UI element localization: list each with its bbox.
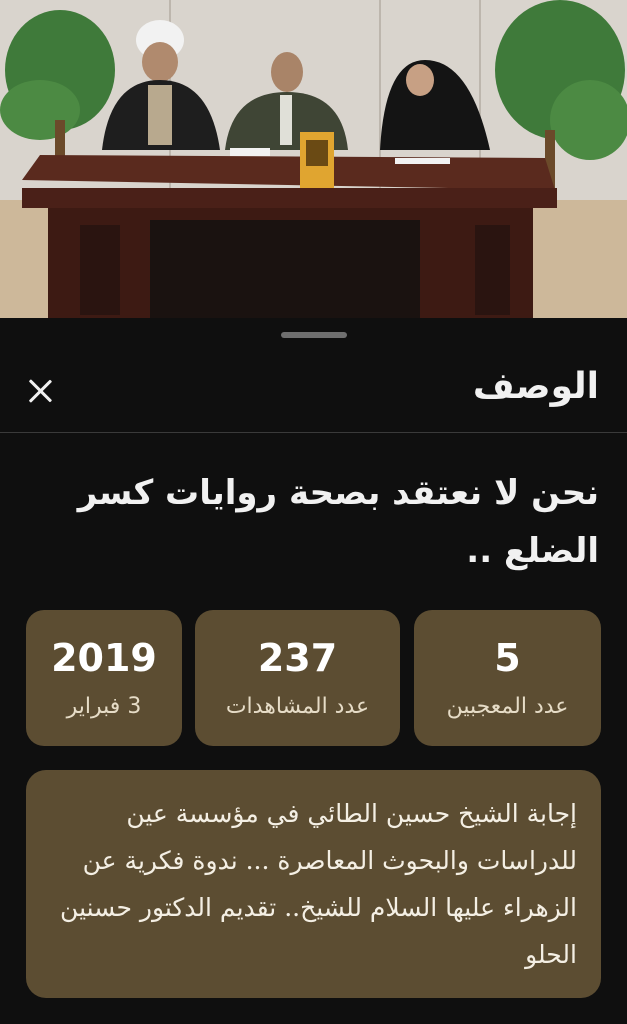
views-label: عدد المشاهدات xyxy=(225,694,370,719)
date-stat: 2019 3 فبراير xyxy=(26,610,182,746)
likes-stat: 5 عدد المعجبين xyxy=(414,610,601,746)
publish-day-month: 3 فبراير xyxy=(66,694,142,719)
description-box: إجابة الشيخ حسين الطائي في مؤسسة عين للد… xyxy=(26,770,601,998)
stats-row: 5 عدد المعجبين 237 عدد المشاهدات 2019 3 … xyxy=(26,610,601,746)
video-title: نحن لا نعتقد بصحة روايات كسر الضلع .. xyxy=(77,473,599,571)
description-sheet: الوصف نحن لا نعتقد بصحة روايات كسر الضلع… xyxy=(0,318,627,1024)
sheet-title: الوصف xyxy=(472,366,599,407)
drag-handle-icon[interactable] xyxy=(281,332,347,338)
video-thumbnail[interactable] xyxy=(0,0,627,318)
video-scene-image xyxy=(0,0,627,318)
views-stat: 237 عدد المشاهدات xyxy=(195,610,400,746)
sheet-header: الوصف xyxy=(0,358,627,432)
likes-count: 5 xyxy=(494,636,521,680)
description-text: إجابة الشيخ حسين الطائي في مؤسسة عين للد… xyxy=(60,799,577,969)
close-icon[interactable] xyxy=(20,372,60,412)
views-count: 237 xyxy=(257,636,338,680)
publish-year: 2019 xyxy=(51,636,157,680)
likes-label: عدد المعجبين xyxy=(446,694,569,719)
header-divider xyxy=(0,432,627,433)
